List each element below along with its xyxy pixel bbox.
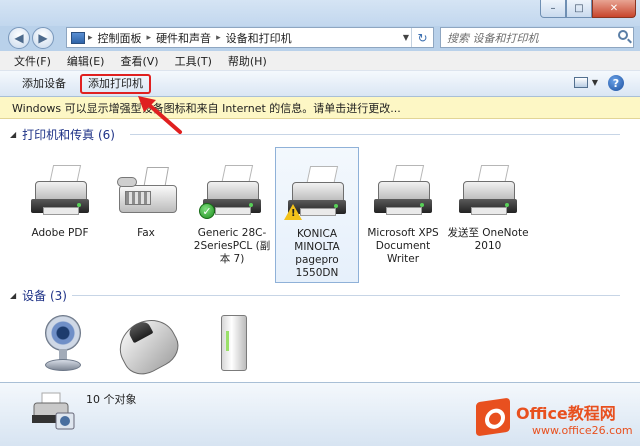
devices-printers-icon	[32, 392, 75, 430]
back-button[interactable]: ◀	[8, 27, 30, 49]
external-drive-icon	[197, 313, 267, 375]
close-button[interactable]: ✕	[592, 0, 636, 18]
printer-icon: !	[282, 164, 352, 226]
mouse-icon	[110, 310, 186, 382]
menu-help[interactable]: 帮助(H)	[220, 53, 275, 69]
add-device-button[interactable]: 添加设备	[12, 74, 76, 94]
device-label: 发送至 OneNote 2010	[447, 227, 529, 252]
caption-buttons: – □ ✕	[540, 0, 636, 18]
maximize-button[interactable]: □	[566, 0, 592, 18]
group-divider	[72, 295, 620, 296]
forward-button[interactable]: ▶	[32, 27, 54, 49]
webcam-icon	[25, 313, 95, 375]
title-bar: – □ ✕	[0, 0, 640, 26]
device-label: Adobe PDF	[31, 227, 89, 239]
menu-edit[interactable]: 编辑(E)	[59, 53, 113, 69]
device-item[interactable]: Fax	[104, 159, 188, 240]
group-header-devices[interactable]: ◢ 设备 (3)	[10, 286, 620, 304]
search-input[interactable]: 搜索 设备和打印机	[440, 27, 634, 48]
device-item[interactable]: ✓ Generic 28C-2SeriesPCL (副本 7)	[190, 159, 274, 266]
device-label: Microsoft XPS Document Writer	[367, 227, 439, 265]
device-label: Generic 28C-2SeriesPCL (副本 7)	[193, 227, 271, 265]
help-button[interactable]: ?	[608, 75, 624, 91]
group-header-printers[interactable]: ◢ 打印机和传真 (6)	[10, 125, 620, 143]
minimize-button[interactable]: –	[540, 0, 566, 18]
refresh-button[interactable]: ↻	[411, 28, 433, 47]
group-title-devices: 设备 (3)	[22, 288, 67, 303]
watermark-title: Office教程网	[516, 404, 616, 423]
fax-icon	[111, 163, 181, 225]
breadcrumb-control-panel[interactable]: 控制面板	[94, 30, 146, 46]
breadcrumb-devices-printers[interactable]: 设备和打印机	[222, 30, 296, 46]
red-arrow-annotation-icon	[138, 96, 182, 134]
menu-file[interactable]: 文件(F)	[6, 53, 59, 69]
change-view-icon[interactable]	[574, 77, 588, 88]
view-dropdown-icon[interactable]: ▼	[592, 78, 598, 87]
printer-icon	[25, 163, 95, 225]
watermark: Office教程网 www.office26.com	[472, 397, 634, 444]
add-printer-button[interactable]: 添加打印机	[80, 73, 151, 94]
printer-icon: ✓	[197, 163, 267, 225]
back-arrow-icon: ◀	[14, 31, 24, 45]
command-bar: 添加设备 添加打印机 ▼ ?	[0, 71, 640, 97]
address-bar[interactable]: ▸ 控制面板 ▸ 硬件和声音 ▸ 设备和打印机 ▼ ↻	[66, 27, 434, 48]
info-bar[interactable]: Windows 可以显示增强型设备图标和来自 Internet 的信息。请单击进…	[0, 97, 640, 119]
device-item[interactable]: 发送至 OneNote 2010	[446, 159, 530, 253]
group-title-printers: 打印机和传真 (6)	[22, 127, 115, 142]
collapse-icon[interactable]: ◢	[10, 130, 16, 139]
address-dropdown-icon[interactable]: ▼	[403, 28, 409, 47]
navigation-bar: ◀ ▶ ▸ 控制面板 ▸ 硬件和声音 ▸ 设备和打印机 ▼ ↻ 搜索 设备和打印…	[0, 26, 640, 50]
device-label: Fax	[137, 227, 155, 239]
search-icon[interactable]	[618, 30, 628, 40]
default-printer-check-icon: ✓	[199, 203, 215, 219]
collapse-icon[interactable]: ◢	[10, 291, 16, 300]
device-item-selected[interactable]: ! KONICA MINOLTA pagepro 1550DN	[275, 147, 359, 283]
printer-icon	[453, 163, 523, 225]
menu-view[interactable]: 查看(V)	[112, 53, 166, 69]
device-item[interactable]: Adobe PDF	[18, 159, 102, 240]
forward-arrow-icon: ▶	[38, 31, 48, 45]
group-divider	[130, 134, 620, 135]
office-logo-icon	[476, 397, 510, 437]
warning-icon: !	[284, 204, 302, 220]
menu-tools[interactable]: 工具(T)	[167, 53, 220, 69]
device-item[interactable]	[104, 309, 188, 382]
info-bar-text: Windows 可以显示增强型设备图标和来自 Internet 的信息。请单击进…	[12, 101, 401, 115]
search-placeholder: 搜索 设备和打印机	[447, 31, 539, 45]
watermark-url: www.office26.com	[532, 424, 633, 437]
device-item[interactable]: Microsoft XPS Document Writer	[361, 159, 445, 266]
device-list: ◢ 打印机和传真 (6) Adobe PDF Fax ✓ Generic 28C…	[0, 119, 640, 382]
menu-bar: 文件(F) 编辑(E) 查看(V) 工具(T) 帮助(H)	[0, 51, 640, 71]
device-item[interactable]	[18, 309, 102, 377]
device-label: KONICA MINOLTA pagepro 1550DN	[294, 228, 340, 279]
breadcrumb-hardware-sound[interactable]: 硬件和声音	[152, 30, 215, 46]
printer-icon	[368, 163, 438, 225]
device-item[interactable]	[190, 309, 274, 377]
object-count: 10 个对象	[86, 393, 137, 406]
control-panel-icon	[71, 31, 85, 44]
